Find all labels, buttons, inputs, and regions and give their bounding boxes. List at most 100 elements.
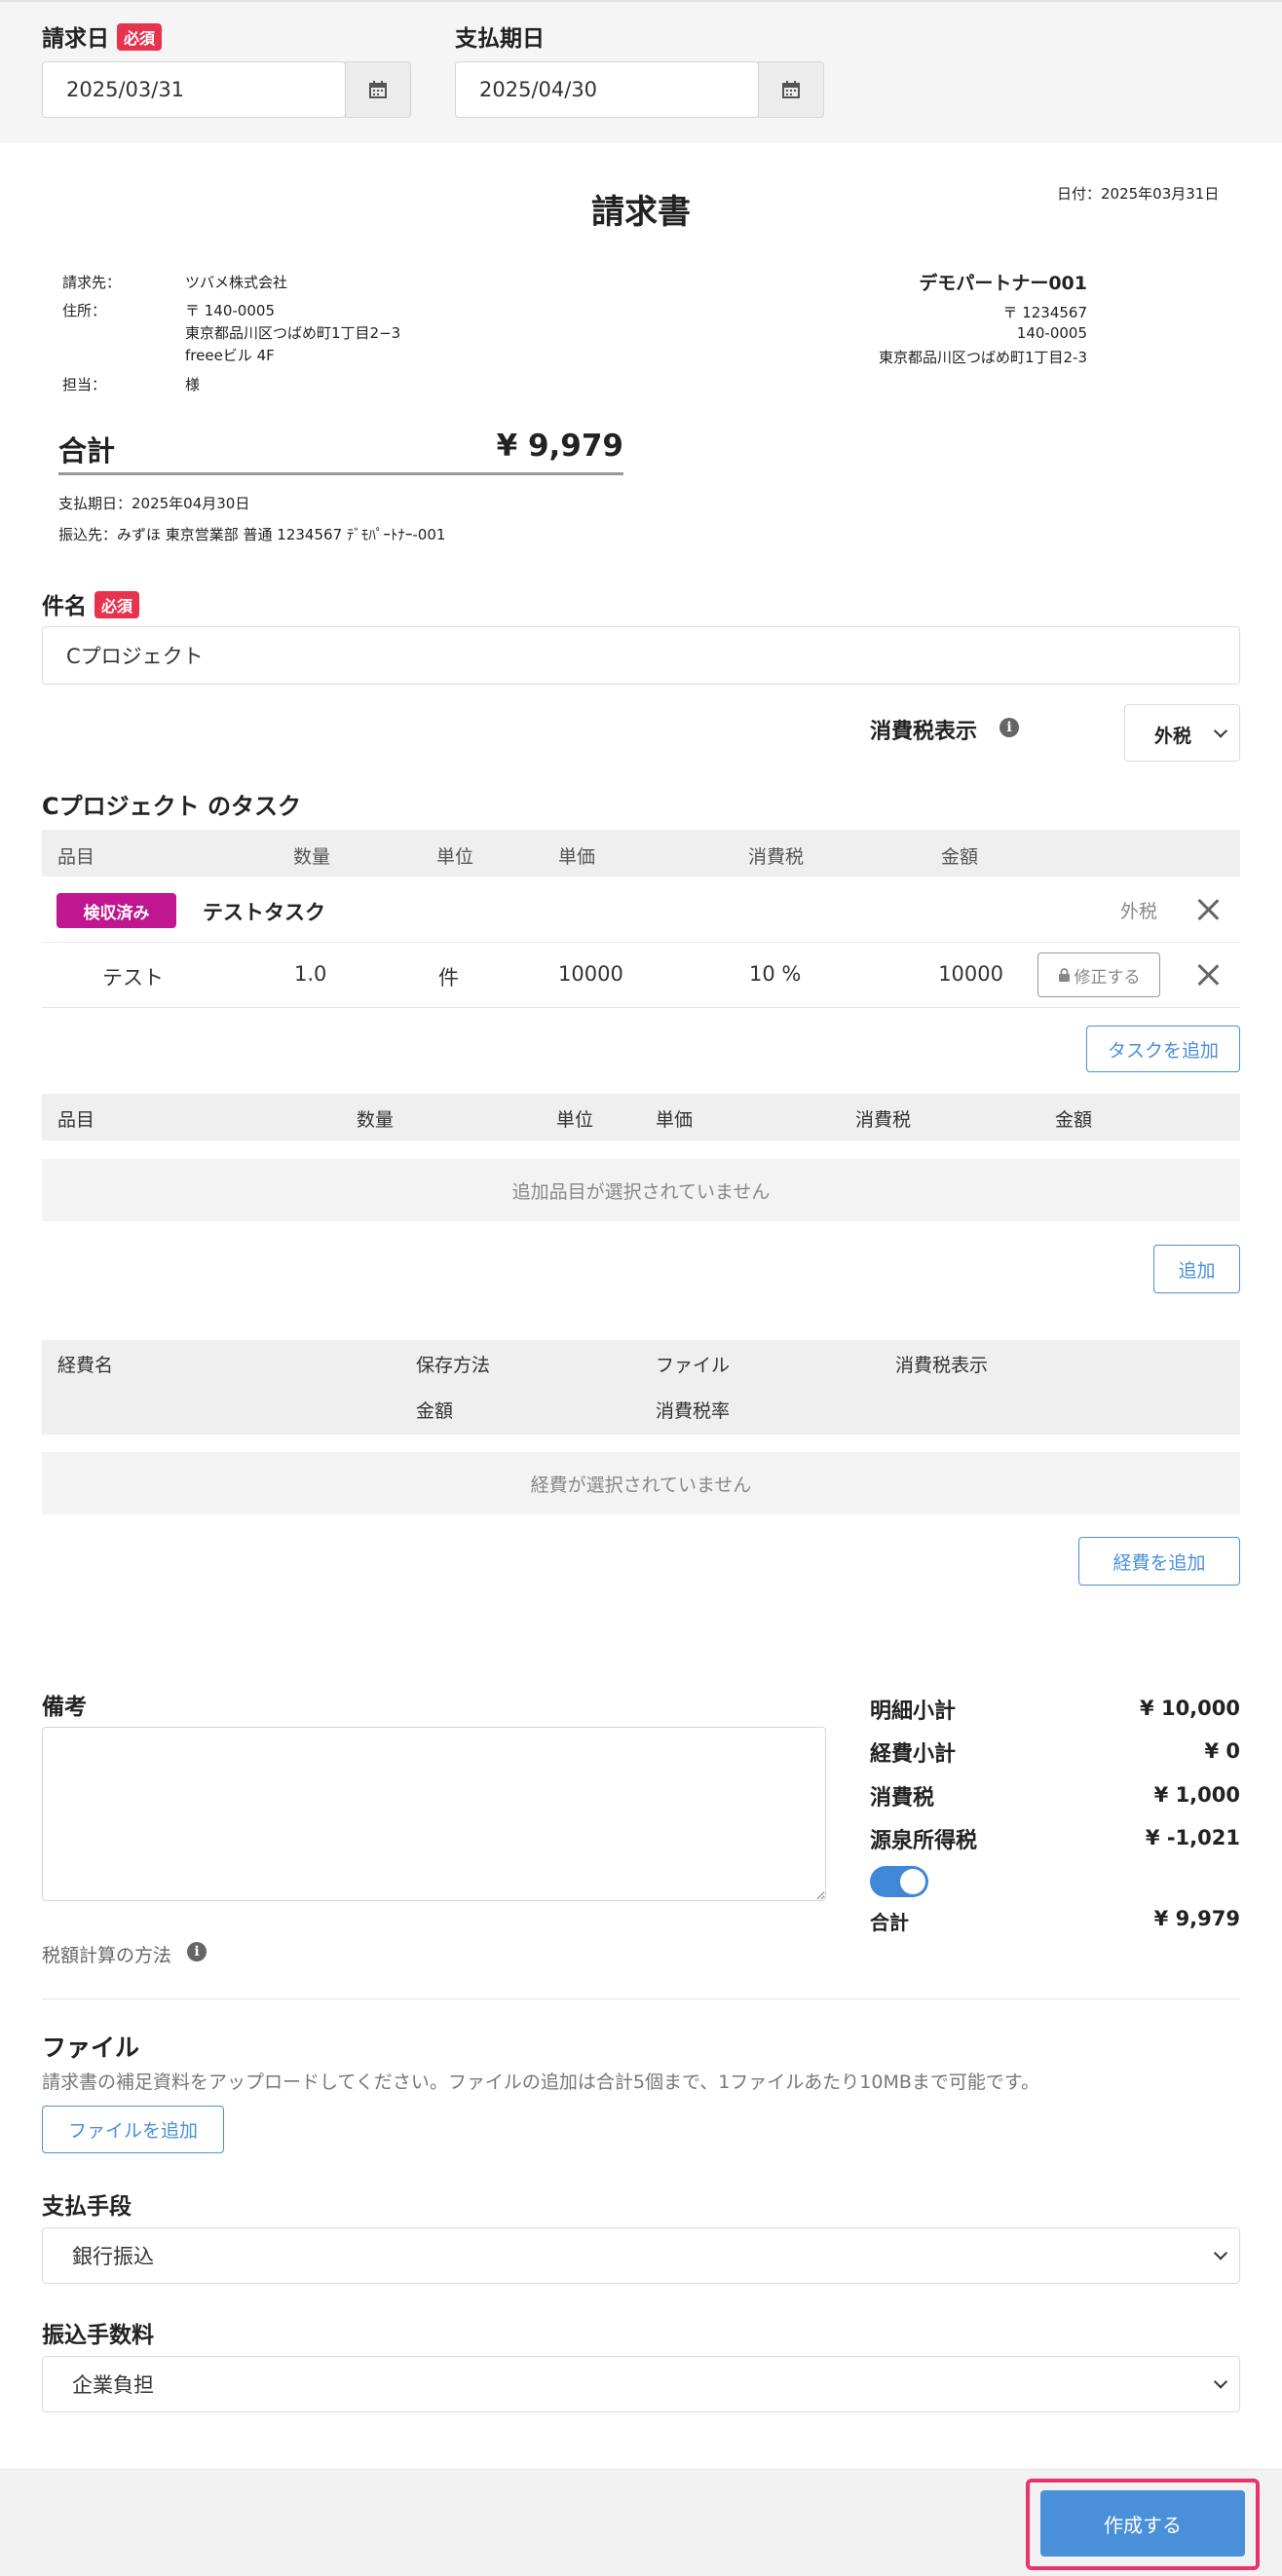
withholding-toggle[interactable] bbox=[870, 1866, 928, 1897]
add-file-button[interactable]: ファイルを追加 bbox=[42, 2106, 224, 2153]
col-tax-display: 消費税表示 bbox=[895, 1355, 989, 1376]
subject-label: 件名 必須 bbox=[42, 587, 140, 620]
address-line2: 東京都品川区つばめ町1丁目2−3 bbox=[185, 324, 401, 342]
col-unit: 単位 bbox=[436, 846, 474, 868]
due-date-calendar-button[interactable] bbox=[758, 61, 824, 118]
expenses-table-header: 経費名 保存方法 ファイル 消費税表示 金額 消費税率 bbox=[42, 1340, 1240, 1435]
col-tax: 消費税 bbox=[748, 846, 805, 868]
toggle-knob bbox=[900, 1869, 925, 1894]
close-icon[interactable] bbox=[1195, 897, 1221, 922]
invoice-date-calendar-button[interactable] bbox=[345, 61, 411, 118]
row-qty: 1.0 bbox=[294, 962, 327, 986]
tax-display-select[interactable]: 外税 bbox=[1124, 704, 1240, 762]
preview-total-row: 合計 ¥ 9,979 bbox=[58, 429, 623, 475]
info-icon[interactable]: i bbox=[187, 1942, 207, 1961]
invoice-date-input[interactable]: 2025/03/31 bbox=[42, 61, 346, 118]
partner-name: デモパートナー001 bbox=[919, 273, 1087, 294]
preview-bank-info: 振込先：みずほ 東京営業部 普通 1234567 ﾃﾞﾓﾊﾟｰﾄﾅｰ-001 bbox=[58, 526, 446, 543]
expense-subtotal-label: 経費小計 bbox=[870, 1742, 957, 1767]
files-label: ファイル bbox=[42, 2034, 140, 2062]
expense-subtotal-value: ¥ 0 bbox=[1204, 1739, 1240, 1763]
subject-input[interactable]: Cプロジェクト bbox=[42, 626, 1240, 685]
col-tax-rate: 消費税率 bbox=[656, 1400, 731, 1422]
col-expense-amount: 金額 bbox=[416, 1400, 454, 1422]
col-file: ファイル bbox=[656, 1355, 731, 1376]
summary-total-value: ¥ 9,979 bbox=[1153, 1907, 1240, 1930]
calendar-icon bbox=[369, 81, 387, 98]
tax-value: ¥ 1,000 bbox=[1153, 1783, 1240, 1807]
row-unit: 件 bbox=[438, 966, 459, 989]
items-empty-message: 追加品目が選択されていません bbox=[42, 1159, 1240, 1221]
col-item: 品目 bbox=[57, 1109, 95, 1131]
col-price: 単価 bbox=[656, 1109, 694, 1131]
lock-icon bbox=[1058, 968, 1070, 982]
bill-to-value: ツバメ株式会社 bbox=[185, 274, 288, 291]
edit-row-button[interactable]: 修正する bbox=[1037, 952, 1160, 997]
contact-label: 担当： bbox=[62, 376, 107, 393]
tax-calc-method-link[interactable]: 税額計算の方法 bbox=[42, 1941, 171, 1967]
partner-line2: 140-0005 bbox=[1016, 324, 1087, 342]
partner-line1: 〒 1234567 bbox=[1002, 304, 1087, 321]
add-expense-button[interactable]: 経費を追加 bbox=[1078, 1537, 1240, 1586]
row-amount: 10000 bbox=[938, 962, 1003, 986]
transfer-fee-value: 企業負担 bbox=[72, 2373, 154, 2397]
contact-value: 様 bbox=[185, 376, 201, 393]
detail-subtotal-label: 明細小計 bbox=[870, 1699, 957, 1724]
add-item-button[interactable]: 追加 bbox=[1153, 1245, 1240, 1293]
col-amount: 金額 bbox=[941, 846, 979, 868]
info-icon[interactable]: i bbox=[999, 718, 1019, 737]
divider bbox=[42, 1998, 1240, 1999]
transfer-fee-label: 振込手数料 bbox=[42, 2323, 154, 2348]
col-storage-method: 保存方法 bbox=[416, 1355, 491, 1376]
col-qty: 数量 bbox=[357, 1109, 395, 1131]
add-task-button[interactable]: タスクを追加 bbox=[1086, 1026, 1240, 1072]
transfer-fee-select[interactable]: 企業負担 bbox=[42, 2356, 1240, 2412]
chevron-down-icon bbox=[1213, 2374, 1228, 2389]
tasks-title: Cプロジェクト のタスク bbox=[42, 793, 301, 820]
col-price: 単価 bbox=[558, 846, 596, 868]
col-expense-name: 経費名 bbox=[57, 1355, 114, 1376]
tax-label: 消費税 bbox=[870, 1786, 935, 1811]
tasks-table-header: 品目 数量 単位 単価 消費税 金額 bbox=[42, 830, 1240, 877]
bill-to-label: 請求先： bbox=[62, 274, 122, 291]
partner-line3: 東京都品川区つばめ町1丁目2-3 bbox=[878, 349, 1087, 366]
accepted-badge: 検収済み bbox=[57, 893, 176, 928]
calendar-icon bbox=[782, 81, 800, 98]
notes-label: 備考 bbox=[42, 1695, 87, 1720]
address-line1: 〒 140-0005 bbox=[185, 302, 275, 319]
col-qty: 数量 bbox=[293, 846, 331, 868]
col-amount: 金額 bbox=[1055, 1109, 1093, 1131]
invoice-preview-date: 日付：2025年03月31日 bbox=[1057, 185, 1220, 203]
files-help-text: 請求書の補足資料をアップロードしてください。ファイルの追加は合計5個まで、1ファ… bbox=[42, 2072, 1039, 2093]
chevron-down-icon bbox=[1213, 723, 1228, 738]
payment-method-value: 銀行振込 bbox=[72, 2245, 154, 2268]
task-name: テストタスク bbox=[203, 901, 325, 924]
close-icon[interactable] bbox=[1195, 962, 1221, 988]
row-item: テスト bbox=[102, 966, 164, 989]
address-label: 住所： bbox=[62, 302, 107, 319]
due-date-input[interactable]: 2025/04/30 bbox=[455, 61, 759, 118]
col-tax: 消費税 bbox=[855, 1109, 912, 1131]
create-button[interactable]: 作成する bbox=[1040, 2490, 1245, 2557]
preview-due-date: 支払期日：2025年04月30日 bbox=[58, 495, 250, 512]
address-line3: freeeビル 4F bbox=[185, 347, 275, 364]
detail-subtotal-value: ¥ 10,000 bbox=[1140, 1697, 1240, 1720]
task-tax-type: 外税 bbox=[1120, 901, 1158, 922]
withholding-label: 源泉所得税 bbox=[870, 1829, 978, 1853]
tax-display-value: 外税 bbox=[1154, 726, 1192, 747]
payment-method-select[interactable]: 銀行振込 bbox=[42, 2227, 1240, 2284]
summary-total-label: 合計 bbox=[870, 1911, 909, 1934]
required-badge: 必須 bbox=[94, 591, 140, 618]
payment-method-label: 支払手段 bbox=[42, 2194, 132, 2220]
tax-display-label: 消費税表示 bbox=[870, 720, 978, 744]
notes-textarea[interactable] bbox=[42, 1727, 826, 1901]
chevron-down-icon bbox=[1213, 2246, 1228, 2260]
edit-row-label: 修正する bbox=[1074, 967, 1141, 988]
invoice-date-label: 請求日 必須 bbox=[42, 19, 163, 53]
row-tax: 10 % bbox=[749, 962, 802, 986]
row-price: 10000 bbox=[558, 962, 623, 986]
expenses-empty-message: 経費が選択されていません bbox=[42, 1452, 1240, 1514]
col-item: 品目 bbox=[57, 846, 95, 868]
items-table-header: 品目 数量 単位 単価 消費税 金額 bbox=[42, 1094, 1240, 1140]
preview-total-value: ¥ 9,979 bbox=[496, 429, 623, 464]
